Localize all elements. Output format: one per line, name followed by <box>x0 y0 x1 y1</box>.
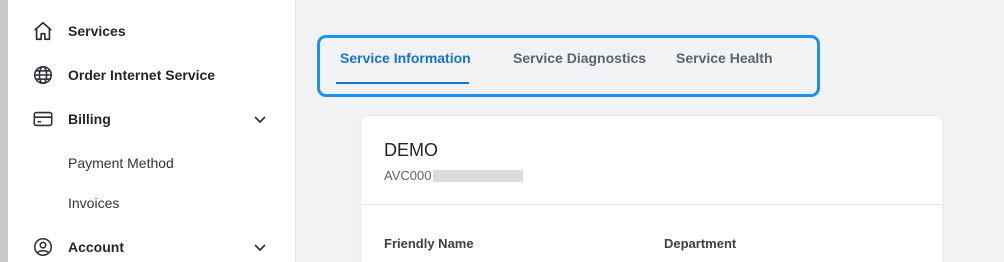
tab-service-information[interactable]: Service Information <box>340 50 471 76</box>
sidebar-item-label: Account <box>68 239 124 255</box>
sidebar: Services Order Internet Service Billing … <box>8 0 296 262</box>
home-icon <box>32 20 54 42</box>
sidebar-item-label: Billing <box>68 111 111 127</box>
chevron-down-icon[interactable] <box>253 240 267 254</box>
active-tab-indicator <box>336 82 469 84</box>
window-edge <box>0 0 8 262</box>
sidebar-item-services[interactable]: Services <box>32 17 275 45</box>
tab-service-diagnostics[interactable]: Service Diagnostics <box>513 50 646 76</box>
service-title: DEMO <box>384 140 438 160</box>
redacted-block <box>433 169 524 182</box>
sidebar-item-label: Order Internet Service <box>68 67 216 83</box>
user-circle-icon <box>32 236 54 258</box>
field-label-department: Department <box>664 236 737 251</box>
sidebar-subitem-invoices[interactable]: Invoices <box>68 192 119 214</box>
chevron-down-icon[interactable] <box>253 112 267 126</box>
service-id: AVC000 <box>384 168 524 183</box>
credit-card-icon <box>32 108 54 130</box>
globe-icon <box>32 64 54 86</box>
tab-bar: Service Information Service Diagnostics … <box>317 35 820 97</box>
service-id-prefix: AVC000 <box>384 168 432 183</box>
field-label-friendly-name: Friendly Name <box>384 236 474 251</box>
page: Services Order Internet Service Billing … <box>0 0 1004 262</box>
sidebar-subitem-label: Invoices <box>68 195 120 211</box>
tab-label: Service Diagnostics <box>513 50 647 66</box>
tab-label: Service Information <box>340 50 471 66</box>
tab-label: Service Health <box>676 50 773 66</box>
tab-service-health[interactable]: Service Health <box>676 50 773 76</box>
sidebar-subitem-payment-method[interactable]: Payment Method <box>68 152 174 174</box>
sidebar-item-account[interactable]: Account <box>32 233 275 261</box>
sidebar-subitem-label: Payment Method <box>68 155 174 171</box>
sidebar-item-billing[interactable]: Billing <box>32 105 275 133</box>
divider <box>361 204 942 205</box>
sidebar-item-order-internet-service[interactable]: Order Internet Service <box>32 61 275 89</box>
service-card: DEMO AVC000 Friendly Name Department <box>360 115 943 262</box>
sidebar-item-label: Services <box>68 23 126 39</box>
